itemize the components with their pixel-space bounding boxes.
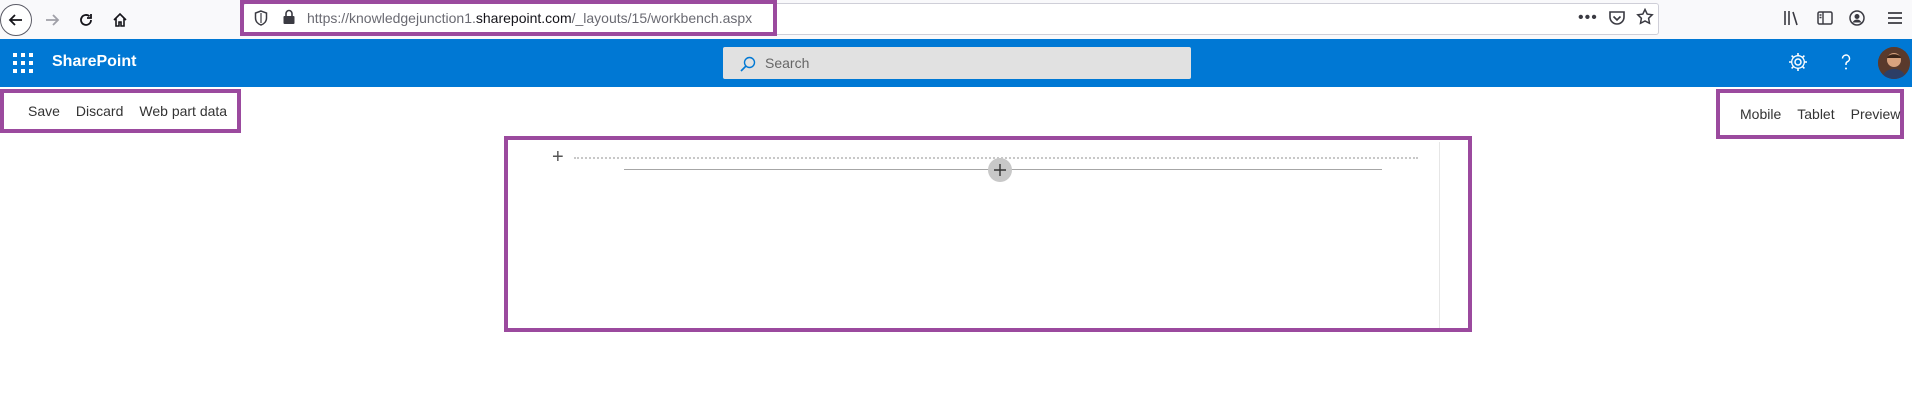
home-button[interactable]: [104, 4, 136, 36]
canvas-highlight-annotation: +: [504, 136, 1472, 332]
help-icon[interactable]: [1835, 51, 1857, 73]
account-icon[interactable]: [1848, 9, 1866, 27]
pocket-icon[interactable]: [1608, 9, 1626, 27]
discard-button[interactable]: Discard: [76, 103, 123, 119]
avatar[interactable]: [1878, 47, 1910, 79]
forward-button[interactable]: [36, 4, 68, 36]
home-icon: [113, 12, 127, 27]
save-button[interactable]: Save: [28, 103, 60, 119]
url-highlight-annotation: [240, 0, 777, 36]
command-bar-left: Save Discard Web part data: [0, 89, 241, 133]
mobile-button[interactable]: Mobile: [1740, 106, 1781, 122]
app-title[interactable]: SharePoint: [52, 53, 136, 71]
settings-icon[interactable]: [1787, 51, 1809, 73]
command-bar-right: Mobile Tablet Preview: [1716, 89, 1904, 139]
add-section-icon[interactable]: +: [552, 147, 564, 167]
avatar-image: [1878, 47, 1910, 79]
web-part-data-button[interactable]: Web part data: [139, 103, 227, 119]
tablet-button[interactable]: Tablet: [1797, 106, 1834, 122]
search-input[interactable]: [765, 47, 1165, 79]
waffle-icon[interactable]: [13, 53, 33, 73]
add-webpart-button[interactable]: [988, 158, 1012, 182]
search-icon: [740, 56, 756, 72]
reload-button[interactable]: [70, 4, 102, 36]
back-icon: [8, 14, 22, 26]
sidebar-icon[interactable]: [1816, 9, 1834, 27]
add-webpart-icon: [994, 164, 1006, 176]
back-button[interactable]: [0, 4, 32, 36]
preview-button[interactable]: Preview: [1851, 106, 1901, 122]
forward-icon: [46, 14, 60, 26]
browser-toolbar: https://knowledgejunction1.sharepoint.co…: [0, 0, 1912, 40]
workbench-canvas: +: [508, 142, 1440, 328]
reload-icon: [80, 14, 92, 26]
suite-bar: SharePoint: [0, 39, 1912, 87]
more-icon[interactable]: •••: [1578, 9, 1598, 27]
library-icon[interactable]: [1782, 9, 1800, 27]
star-icon[interactable]: [1636, 8, 1654, 26]
menu-icon[interactable]: [1886, 9, 1904, 27]
search-box[interactable]: [723, 47, 1191, 79]
